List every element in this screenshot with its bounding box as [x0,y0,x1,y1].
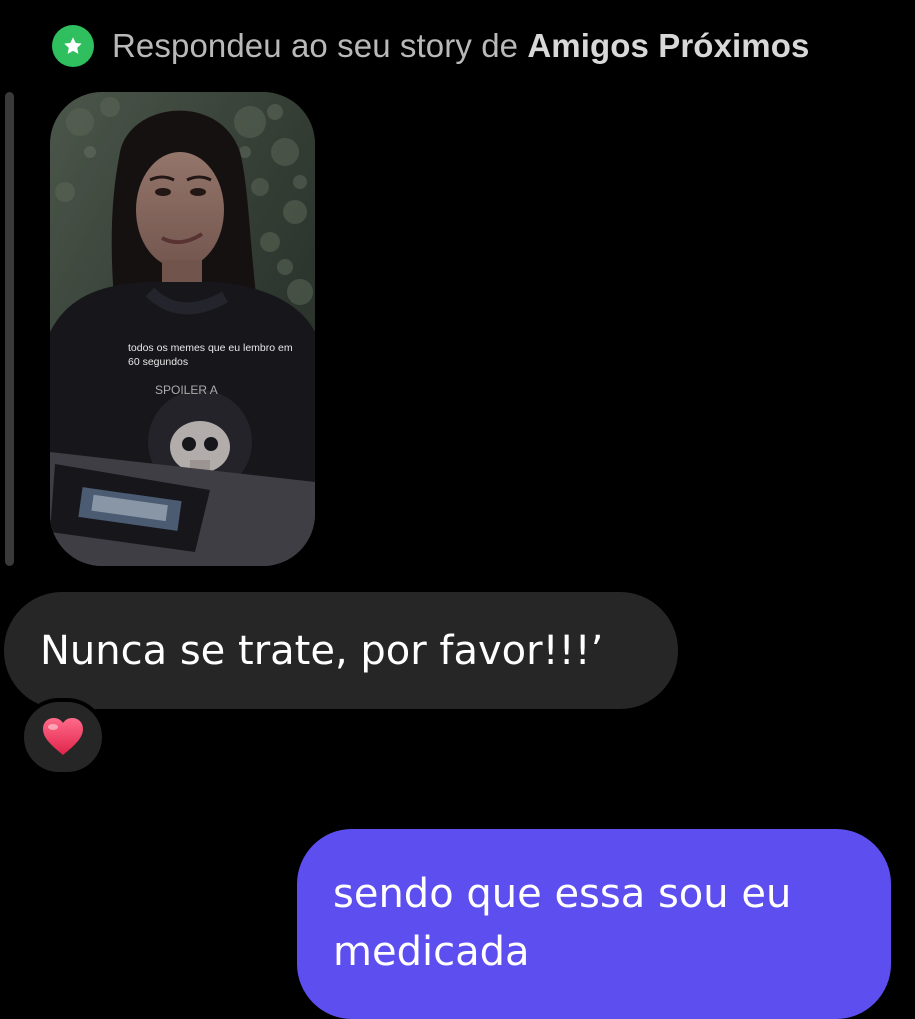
story-caption: todos os memes que eu lembro em 60 segun… [128,342,293,368]
incoming-message-text: Nunca se trate, por favor!!!’ [40,627,604,674]
close-friends-list-name[interactable]: Amigos Próximos [527,27,809,64]
close-friends-star-icon [52,25,94,67]
heart-icon [43,718,83,755]
story-reply-header: Respondeu ao seu story de Amigos Próximo… [52,24,809,68]
incoming-message-bubble[interactable]: Nunca se trate, por favor!!!’ [4,592,678,709]
story-reply-prefix: Respondeu ao seu story de [112,27,528,64]
story-reply-label: Respondeu ao seu story de Amigos Próximo… [112,27,809,65]
reply-quote-bar [5,92,14,566]
outgoing-message-text: sendo que essa sou eu medicada [333,871,792,975]
story-thumbnail[interactable]: SPOILER A todos os memes que eu lembro e… [50,92,315,566]
outgoing-message-bubble[interactable]: sendo que essa sou eu medicada [297,829,891,1019]
message-reaction[interactable] [20,698,106,776]
